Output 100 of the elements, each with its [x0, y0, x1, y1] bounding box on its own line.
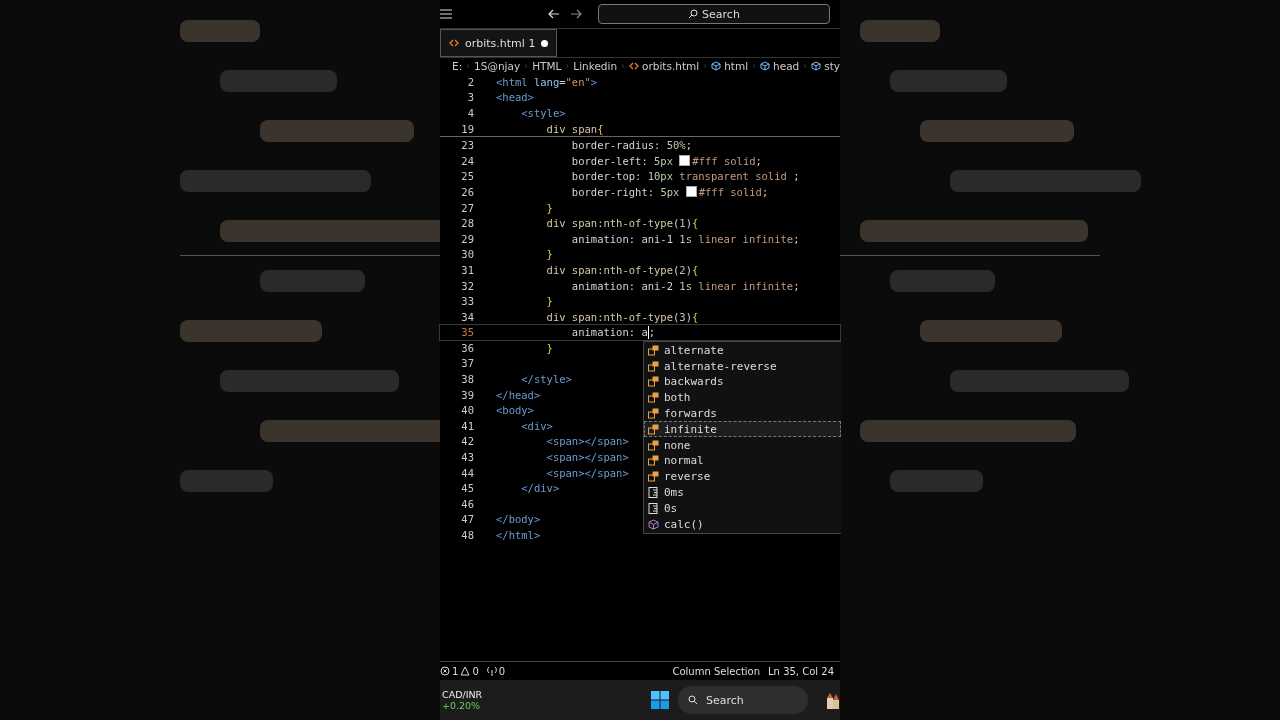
breadcrumb-item[interactable]: E:	[452, 60, 463, 72]
code-text: <html lang="en">	[496, 75, 598, 88]
code-text: <div>	[520, 419, 553, 432]
breadcrumb-item[interactable]: orbits.html	[629, 60, 700, 72]
breadcrumb-item[interactable]: html	[711, 60, 749, 72]
menu-icon[interactable]	[440, 9, 452, 19]
line-number: 2	[466, 75, 475, 88]
html-file-icon	[449, 38, 459, 48]
enum-icon	[648, 344, 659, 356]
taskbar-search[interactable]: Search	[678, 686, 808, 714]
status-item[interactable]: Column Selection	[672, 665, 761, 677]
ticker-change: +0.20%	[442, 700, 482, 711]
line-number: 37	[460, 357, 475, 370]
suggestion-item[interactable]: calc()	[644, 516, 841, 533]
code-text: animation: ani-2 1s linear infinite;	[570, 279, 800, 292]
code-text: }	[545, 295, 553, 308]
code-text: animation: a	[570, 326, 648, 339]
line-number: 27	[460, 201, 475, 214]
line-number: 4	[466, 107, 475, 119]
code-text: div span:nth-of-type(2){	[545, 263, 699, 276]
suggestion-item[interactable]: reverse	[644, 468, 841, 485]
forward-arrow-icon[interactable]	[570, 9, 582, 19]
line-number: 35	[460, 326, 475, 339]
code-text: #fff solid;	[698, 185, 769, 198]
suggestion-item[interactable]: 0s	[644, 500, 841, 517]
line-number: 46	[460, 497, 475, 510]
line-number: 31	[460, 263, 475, 276]
chevron-icon	[524, 61, 529, 71]
line-number: 30	[460, 248, 475, 261]
windows-logo-icon[interactable]	[650, 690, 670, 710]
line-number: 48	[460, 529, 475, 541]
breadcrumb-item[interactable]: Linkedin	[573, 60, 618, 72]
line-number: 3	[466, 91, 475, 104]
editor-tab[interactable]: orbits.html 1	[440, 29, 558, 57]
code-text: <head>	[496, 91, 534, 104]
code-text: <span></span>	[545, 451, 629, 464]
line-number: 42	[460, 435, 475, 448]
line-number: 38	[460, 373, 475, 386]
warning-icon	[460, 666, 471, 676]
search-icon	[688, 695, 698, 705]
code-text: <span></span>	[545, 435, 629, 448]
suggestion-item[interactable]: infinite	[644, 421, 841, 438]
enum-icon	[648, 455, 659, 467]
line-number: 23	[460, 139, 475, 152]
line-number: 19	[460, 122, 475, 135]
line-number: 26	[460, 185, 475, 198]
cube-icon	[760, 61, 770, 71]
breadcrumb-item[interactable]: head	[760, 60, 800, 72]
code-text: border-right: 5px	[570, 185, 681, 198]
line-number: 33	[460, 295, 475, 308]
suggestion-item[interactable]: backwards	[644, 374, 841, 390]
line-number: 28	[460, 217, 475, 230]
suggestion-item[interactable]: normal	[644, 453, 841, 469]
breadcrumb-item[interactable]: 1S@njay	[474, 60, 521, 72]
code-text: <style>	[520, 107, 566, 119]
code-text: div span:nth-of-type(1){	[545, 217, 699, 230]
line-number: 29	[460, 232, 475, 245]
code-text: }	[545, 201, 553, 214]
antenna-icon	[486, 666, 497, 676]
code-text: div span{	[545, 122, 604, 135]
problems-indicator[interactable]: 1 0	[440, 665, 479, 677]
line-number: 24	[460, 154, 475, 167]
cube-icon	[811, 61, 822, 71]
html-file-icon	[629, 61, 640, 71]
line-number: 32	[460, 279, 475, 292]
code-text: border-left: 5px	[570, 154, 674, 167]
text-cursor	[647, 325, 649, 339]
code-text: border-top: 10px transparent solid ;	[570, 170, 800, 183]
back-arrow-icon[interactable]	[548, 9, 560, 19]
suggestion-item[interactable]: alternate-reverse	[644, 358, 841, 375]
code-text: }	[545, 341, 553, 354]
line-number: 41	[460, 419, 475, 432]
code-text: </html>	[496, 529, 541, 541]
suggestion-item[interactable]: none	[644, 437, 841, 454]
unsaved-dot-icon	[541, 39, 549, 47]
line-number: 36	[460, 341, 475, 354]
chevron-icon	[803, 61, 808, 71]
code-text: #fff solid;	[692, 154, 762, 167]
enum-icon	[648, 360, 659, 372]
suggestion-item[interactable]: both	[644, 389, 841, 406]
code-text: </style>	[520, 373, 572, 386]
code-text: <body>	[496, 404, 534, 417]
chevron-icon	[565, 61, 570, 71]
enum-icon	[648, 376, 659, 388]
code-text: </head>	[496, 388, 541, 401]
code-text: animation: ani-1 1s linear infinite;	[570, 232, 800, 245]
enum-icon	[648, 439, 659, 451]
status-item[interactable]: Ln 35, Col 24	[768, 665, 834, 677]
enum-icon	[648, 408, 659, 420]
enum-icon	[648, 392, 659, 404]
search-field[interactable]: Search	[598, 4, 830, 24]
breadcrumb-item[interactable]: HTML	[532, 60, 562, 72]
ports-indicator[interactable]: 0	[486, 665, 506, 677]
breadcrumb-item[interactable]: sty	[811, 60, 840, 72]
suggestion-item[interactable]: 0ms	[644, 484, 841, 501]
suggestion-item[interactable]: alternate	[644, 342, 841, 359]
cube-icon	[648, 518, 659, 530]
line-number: 44	[460, 466, 475, 479]
code-text: div span:nth-of-type(3){	[545, 310, 699, 323]
suggestion-item[interactable]: forwards	[644, 405, 841, 422]
